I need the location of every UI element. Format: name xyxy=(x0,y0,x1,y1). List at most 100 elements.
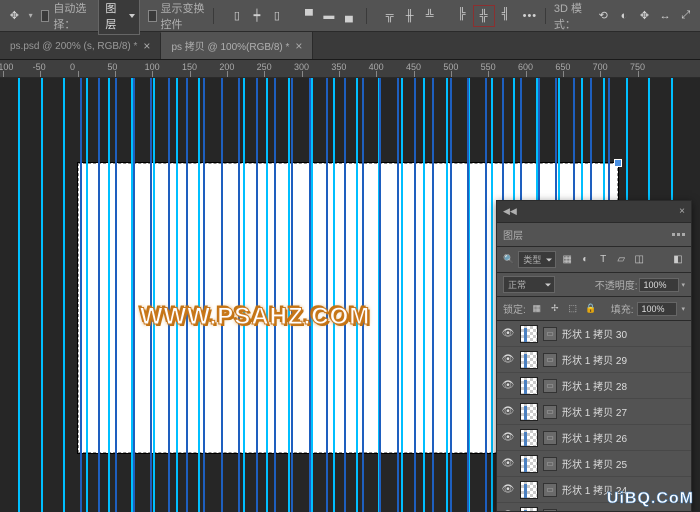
filter-type-dropdown[interactable]: 类型 xyxy=(518,251,556,268)
layer-name[interactable]: 形状 1 拷贝 28 xyxy=(562,378,687,393)
distribute-left-icon[interactable]: ╠ xyxy=(453,5,471,23)
shape-line[interactable] xyxy=(168,78,170,512)
align-center-h-icon[interactable]: ┿ xyxy=(248,7,266,25)
close-icon[interactable]: × xyxy=(295,39,302,53)
filter-type-icon[interactable]: T xyxy=(596,253,610,267)
visibility-eye-icon[interactable]: 👁 xyxy=(501,457,515,471)
layer-thumbnail[interactable] xyxy=(520,351,538,369)
visibility-eye-icon[interactable]: 👁 xyxy=(501,353,515,367)
layer-name[interactable]: 形状 1 拷贝 26 xyxy=(562,430,687,445)
visibility-eye-icon[interactable]: 👁 xyxy=(501,431,515,445)
shape-badge-icon[interactable]: ▭ xyxy=(543,379,557,393)
shape-badge-icon[interactable]: ▭ xyxy=(543,483,557,497)
pan-3d-icon[interactable]: ✥ xyxy=(638,7,651,25)
tab-document-1[interactable]: ps.psd @ 200% (s, RGB/8) * × xyxy=(0,33,161,59)
shape-badge-icon[interactable]: ▭ xyxy=(543,509,557,512)
layer-thumbnail[interactable] xyxy=(520,455,538,473)
layers-panel[interactable]: ◀◀ × 图层 🔍 类型 ▦ ◐ T ▱ ◫ ◧ 正常 不透明度: 100% ▾… xyxy=(496,200,692,512)
shape-line[interactable] xyxy=(274,78,276,512)
guide-vertical[interactable] xyxy=(41,78,43,512)
layer-thumbnail[interactable] xyxy=(520,403,538,421)
guide-vertical[interactable] xyxy=(108,78,110,512)
shape-line[interactable] xyxy=(432,78,434,512)
visibility-eye-icon[interactable]: 👁 xyxy=(501,509,515,512)
shape-line[interactable] xyxy=(291,78,293,512)
shape-line[interactable] xyxy=(379,78,381,512)
guide-vertical[interactable] xyxy=(176,78,178,512)
search-icon[interactable]: 🔍 xyxy=(503,254,514,265)
visibility-eye-icon[interactable]: 👁 xyxy=(501,405,515,419)
shape-line[interactable] xyxy=(362,78,364,512)
layer-row[interactable]: 👁▭形状 1 拷贝 29 xyxy=(497,347,691,373)
show-transform-checkbox[interactable]: 显示变换控件 xyxy=(148,0,205,32)
shape-line[interactable] xyxy=(98,78,100,512)
filter-adjust-icon[interactable]: ◐ xyxy=(578,253,592,267)
guide-vertical[interactable] xyxy=(243,78,245,512)
opacity-input[interactable]: 100% xyxy=(639,278,679,292)
lock-position-icon[interactable]: ✢ xyxy=(548,302,562,316)
guide-vertical[interactable] xyxy=(491,78,493,512)
guide-vertical[interactable] xyxy=(356,78,358,512)
shape-line[interactable] xyxy=(467,78,469,512)
layer-list[interactable]: (function(){ const data = JSON.parse(doc… xyxy=(497,321,691,511)
visibility-eye-icon[interactable]: 👁 xyxy=(501,379,515,393)
filter-pixel-icon[interactable]: ▦ xyxy=(560,253,574,267)
layer-row[interactable]: 👁 ▭ 形状 1 拷贝 28 xyxy=(497,373,691,399)
guide-vertical[interactable] xyxy=(311,78,313,512)
layer-row[interactable]: 👁 ▭ 形状 1 拷贝 25 xyxy=(497,451,691,477)
align-right-icon[interactable]: ▯ xyxy=(268,7,286,25)
guide-vertical[interactable] xyxy=(333,78,335,512)
guide-vertical[interactable] xyxy=(288,78,290,512)
collapse-icon[interactable]: ◀◀ xyxy=(503,206,517,217)
shape-line[interactable] xyxy=(150,78,152,512)
layer-thumbnail[interactable] xyxy=(520,377,538,395)
guide-vertical[interactable] xyxy=(446,78,448,512)
guide-vertical[interactable] xyxy=(86,78,88,512)
lock-pixels-icon[interactable]: ▦ xyxy=(530,302,544,316)
guide-vertical[interactable] xyxy=(266,78,268,512)
distribute-right-icon[interactable]: ╣ xyxy=(497,5,515,23)
orbit-3d-icon[interactable]: ⟲ xyxy=(597,7,610,25)
layer-row[interactable]: 👁 ▭ 形状 1 拷贝 30 xyxy=(497,321,691,347)
more-options-icon[interactable]: ••• xyxy=(523,7,538,25)
blend-mode-dropdown[interactable]: 正常 xyxy=(503,276,555,293)
distribute-top-icon[interactable]: ╦ xyxy=(381,7,399,25)
guide-vertical[interactable] xyxy=(18,78,20,512)
zoom-3d-icon[interactable]: ⤢ xyxy=(679,7,692,25)
align-middle-icon[interactable]: ▬ xyxy=(320,7,338,25)
checkbox-icon[interactable] xyxy=(41,10,50,22)
shape-line[interactable] xyxy=(133,78,135,512)
dropdown-caret-icon[interactable]: ▾ xyxy=(29,11,33,20)
shape-line[interactable] xyxy=(309,78,311,512)
layer-row[interactable]: 👁 ▭ 形状 1 拷贝 27 xyxy=(497,399,691,425)
dropdown-caret-icon[interactable]: ▾ xyxy=(681,305,685,313)
layer-name[interactable]: 形状 1 拷贝 23 xyxy=(562,508,687,511)
layer-name[interactable]: 形状 1 拷贝 30 xyxy=(562,326,687,341)
tab-document-2[interactable]: ps 拷贝 @ 100%(RGB/8) * × xyxy=(161,32,313,59)
shape-line[interactable] xyxy=(326,78,328,512)
distribute-h-center-icon[interactable]: ╬ xyxy=(475,7,493,25)
layer-thumbnail[interactable] xyxy=(520,481,538,499)
panel-menu-icon[interactable] xyxy=(672,233,685,236)
layer-name[interactable]: 形状 1 拷贝 27 xyxy=(562,404,687,419)
visibility-eye-icon[interactable]: 👁 xyxy=(501,327,515,341)
shape-badge-icon[interactable]: ▭ xyxy=(543,405,557,419)
shape-line[interactable] xyxy=(221,78,223,512)
checkbox-icon[interactable] xyxy=(148,10,157,22)
shape-line[interactable] xyxy=(397,78,399,512)
layer-row[interactable]: 👁▭形状 1 拷贝 26 xyxy=(497,425,691,451)
shape-line[interactable] xyxy=(256,78,258,512)
shape-badge-icon[interactable]: ▭ xyxy=(543,353,557,367)
lock-all-icon[interactable]: 🔒 xyxy=(584,302,598,316)
lock-artboard-icon[interactable]: ⬚ xyxy=(566,302,580,316)
shape-badge-icon[interactable]: ▭ xyxy=(543,457,557,471)
shape-line[interactable] xyxy=(344,78,346,512)
visibility-eye-icon[interactable]: 👁 xyxy=(501,483,515,497)
distribute-v-center-icon[interactable]: ╫ xyxy=(401,7,419,25)
layer-name[interactable]: 形状 1 拷贝 25 xyxy=(562,456,687,471)
layer-thumbnail[interactable] xyxy=(520,507,538,512)
fill-input[interactable]: 100% xyxy=(637,302,677,316)
filter-toggle-icon[interactable]: ◧ xyxy=(671,253,685,267)
shape-badge-icon[interactable]: ▭ xyxy=(543,327,557,341)
shape-line[interactable] xyxy=(414,78,416,512)
